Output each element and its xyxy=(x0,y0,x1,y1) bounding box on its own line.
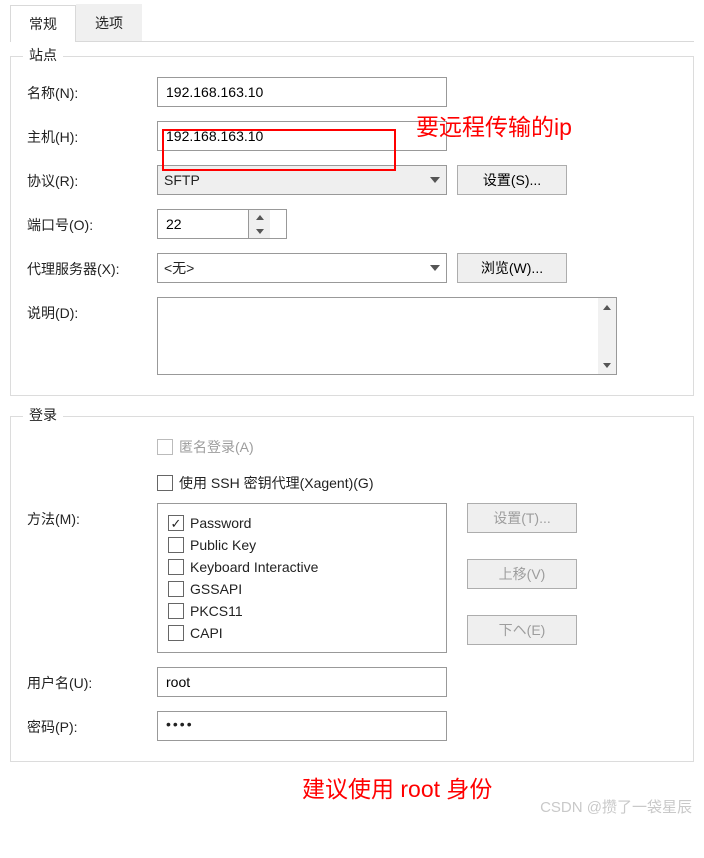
method-item[interactable]: GSSAPI xyxy=(168,578,436,600)
protocol-select[interactable]: SFTP xyxy=(157,165,447,195)
method-listbox[interactable]: Password Public Key Keyboard Interactive GS… xyxy=(157,503,447,653)
desc-label: 说明(D): xyxy=(27,297,157,323)
fieldset-site: 站点 名称(N): 主机(H): 协议(R): SFTP xyxy=(10,56,694,396)
password-label: 密码(P): xyxy=(27,711,157,737)
protocol-label: 协议(R): xyxy=(27,165,157,191)
ssh-agent-label: 使用 SSH 密钥代理(Xagent)(G) xyxy=(179,473,373,493)
method-item[interactable]: Keyboard Interactive xyxy=(168,556,436,578)
port-label: 端口号(O): xyxy=(27,209,157,235)
method-checkbox[interactable] xyxy=(168,625,184,641)
stepper-up-icon[interactable] xyxy=(249,210,270,224)
desc-textarea[interactable] xyxy=(157,297,617,375)
password-input[interactable]: •••• xyxy=(157,711,447,741)
method-item-label: CAPI xyxy=(190,625,223,641)
method-item[interactable]: Password xyxy=(168,512,436,534)
scrollbar[interactable] xyxy=(598,298,616,374)
method-item-label: Keyboard Interactive xyxy=(190,559,318,575)
host-input[interactable] xyxy=(157,121,447,151)
movedown-button[interactable]: 下ヘ(E) xyxy=(467,615,577,645)
moveup-button[interactable]: 上移(V) xyxy=(467,559,577,589)
tabs: 常规 选项 xyxy=(10,4,694,42)
method-label: 方法(M): xyxy=(27,503,157,529)
username-label: 用户名(U): xyxy=(27,667,157,693)
method-item-label: Password xyxy=(190,515,251,531)
name-label: 名称(N): xyxy=(27,77,157,103)
method-checkbox[interactable] xyxy=(168,559,184,575)
method-item-label: GSSAPI xyxy=(190,581,242,597)
method-checkbox[interactable] xyxy=(168,515,184,531)
username-input[interactable] xyxy=(157,667,447,697)
ssh-agent-checkbox[interactable] xyxy=(157,475,173,491)
method-settings-button[interactable]: 设置(T)... xyxy=(467,503,577,533)
anonymous-checkbox xyxy=(157,439,173,455)
tab-general[interactable]: 常规 xyxy=(10,5,76,42)
method-item[interactable]: CAPI xyxy=(168,622,436,644)
method-item-label: Public Key xyxy=(190,537,256,553)
tab-options[interactable]: 选项 xyxy=(76,4,142,41)
method-item[interactable]: PKCS11 xyxy=(168,600,436,622)
scroll-up-icon[interactable] xyxy=(598,298,616,316)
scroll-down-icon[interactable] xyxy=(598,356,616,374)
proxy-label: 代理服务器(X): xyxy=(27,253,157,279)
proxy-value: <无> xyxy=(164,258,194,278)
port-input[interactable] xyxy=(158,210,248,238)
chevron-down-icon xyxy=(430,177,440,183)
protocol-value: SFTP xyxy=(164,172,200,188)
chevron-down-icon xyxy=(430,265,440,271)
legend-site: 站点 xyxy=(23,45,63,65)
annotation-ip-note: 要远程传输的ip xyxy=(416,108,572,142)
annotation-root-note: 建议使用 root 身份 xyxy=(302,770,492,804)
method-checkbox[interactable] xyxy=(168,581,184,597)
host-label: 主机(H): xyxy=(27,121,157,147)
browse-button[interactable]: 浏览(W)... xyxy=(457,253,567,283)
method-checkbox[interactable] xyxy=(168,603,184,619)
fieldset-login: 登录 匿名登录(A) 使用 SSH 密钥代理(Xagent)(G) 方法(M): xyxy=(10,416,694,762)
proxy-select[interactable]: <无> xyxy=(157,253,447,283)
name-input[interactable] xyxy=(157,77,447,107)
method-checkbox[interactable] xyxy=(168,537,184,553)
stepper-down-icon[interactable] xyxy=(249,224,270,238)
method-item[interactable]: Public Key xyxy=(168,534,436,556)
settings-button[interactable]: 设置(S)... xyxy=(457,165,567,195)
port-stepper[interactable] xyxy=(157,209,287,239)
anonymous-label: 匿名登录(A) xyxy=(179,437,254,457)
legend-login: 登录 xyxy=(23,405,63,425)
method-item-label: PKCS11 xyxy=(190,603,243,619)
